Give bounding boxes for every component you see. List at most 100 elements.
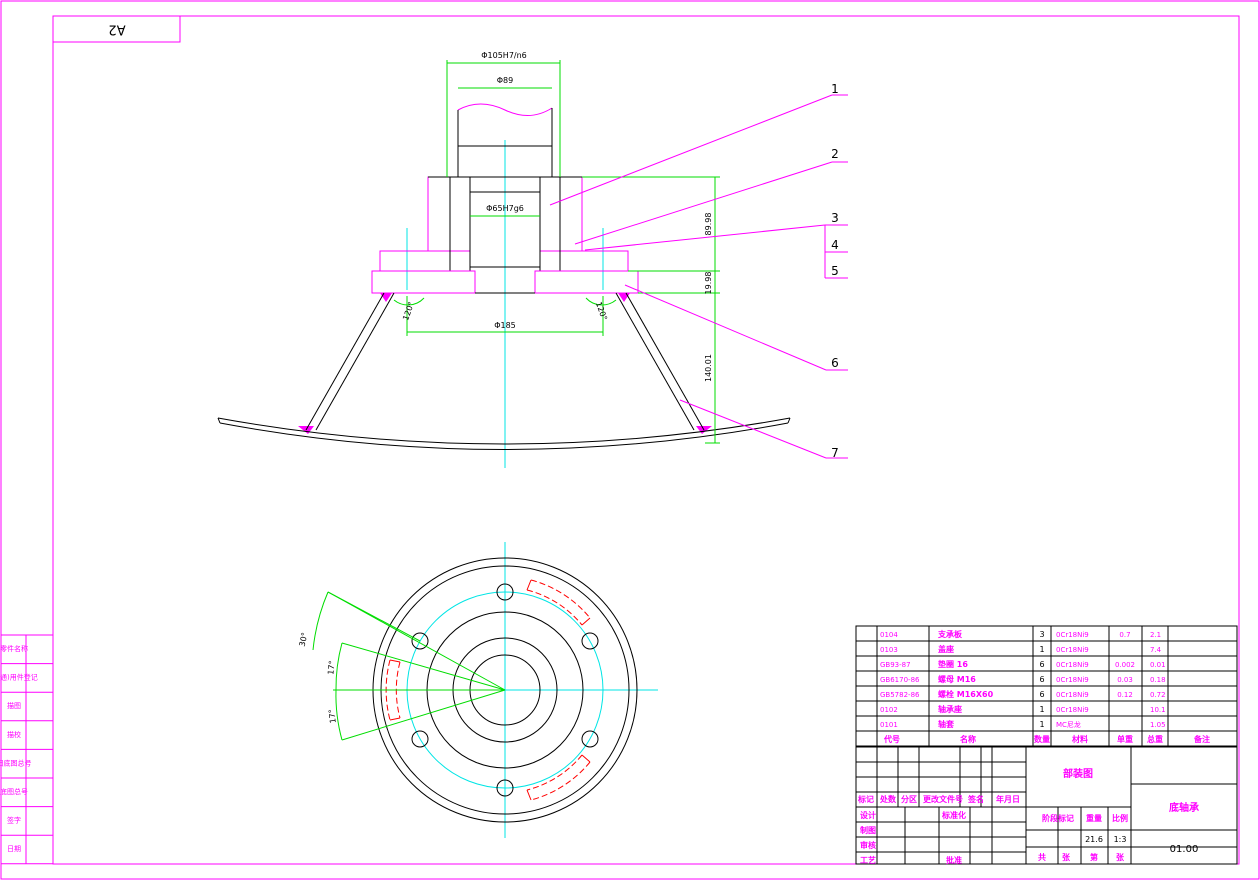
part-code: GB5782-86 — [880, 691, 920, 699]
drawing-number: 01.00 — [1170, 844, 1199, 855]
header-note: 备注 — [1193, 734, 1210, 744]
header-material: 材料 — [1072, 734, 1088, 744]
role-label: 工艺 — [860, 855, 876, 865]
dim-angle-30: 30° — [298, 632, 310, 648]
dim-angle-17b: 17° — [327, 709, 337, 724]
part-code: 0101 — [880, 721, 898, 729]
sheet-size-label: A2 — [108, 22, 125, 37]
weight-value: 21.6 — [1085, 835, 1103, 844]
balloon-6: 6 — [831, 356, 839, 370]
part-qty: 6 — [1039, 675, 1044, 684]
part-name: 盖座 — [938, 644, 954, 654]
dim-shaft-fit: Φ105H7/n6 — [481, 51, 527, 60]
header-unit-weight: 单重 — [1117, 734, 1133, 744]
rev-header: 年月日 — [996, 794, 1020, 804]
part-code: 0102 — [880, 706, 898, 714]
balloon-4: 4 — [831, 238, 839, 252]
part-material: 0Cr18Ni9 — [1056, 661, 1089, 669]
header-name: 名称 — [960, 734, 976, 744]
angle-dims: 30° 17° 17° — [298, 591, 506, 741]
part-qty: 1 — [1039, 720, 1044, 729]
part-material: MC尼龙 — [1056, 720, 1081, 729]
part-code: GB93-87 — [880, 661, 911, 669]
bearing-housing-section — [379, 176, 629, 272]
part-total-weight: 1.05 — [1150, 721, 1166, 729]
sheet-unit-label-2: 张 — [1116, 853, 1125, 862]
part-material: 0Cr18Ni9 — [1056, 676, 1089, 684]
sheet-size-box: A2 — [53, 16, 181, 43]
rev-header: 更改文件号 — [923, 794, 963, 804]
standardization-label: 标准化 — [941, 810, 966, 820]
part-unit-weight: 0.002 — [1115, 661, 1135, 669]
part-total-weight: 7.4 — [1150, 646, 1162, 654]
dish-bottom — [217, 417, 791, 450]
balloon-7: 7 — [831, 446, 839, 460]
approve-label: 批准 — [946, 855, 962, 865]
left-strip-label: 借(通)用件登记 — [0, 673, 38, 682]
header-total-weight: 总重 — [1147, 734, 1163, 744]
front-section-view: Φ105H7/n6 Φ89 Φ65H7g6 Φ185 89.98 19.98 1… — [217, 51, 848, 468]
dimensions: Φ105H7/n6 Φ89 Φ65H7g6 Φ185 89.98 19.98 1… — [393, 51, 720, 444]
dim-angle-right: 120° — [594, 301, 609, 322]
rev-header: 标记 — [857, 794, 874, 804]
part-unit-weight: 0.7 — [1119, 631, 1130, 639]
balloon-2: 2 — [831, 147, 839, 161]
rev-header: 签名 — [967, 794, 984, 804]
left-strip-label: 描校 — [7, 730, 21, 739]
title-block: 标记 处数 分区 更改文件号 签名 年月日设计制图审核工艺 标准化批准 部装图底轴承 01.00… — [855, 746, 1238, 865]
part-qty: 1 — [1039, 705, 1044, 714]
part-total-weight: 2.1 — [1150, 631, 1161, 639]
part-name: 垫圈 16 — [938, 659, 968, 669]
header-qty: 数量 — [1034, 734, 1050, 744]
dim-angle-left: 120° — [401, 301, 416, 322]
balloon-3: 3 — [831, 211, 839, 225]
part-code: GB6170-86 — [880, 676, 920, 684]
part-total-weight: 0.18 — [1150, 676, 1166, 684]
drawing-type: 部装图 — [1063, 767, 1093, 780]
sheet-unit-label: 张 — [1062, 853, 1071, 862]
rev-header: 分区 — [901, 794, 917, 804]
dim-height-lower: 140.01 — [704, 354, 713, 382]
part-total-weight: 0.72 — [1150, 691, 1166, 699]
left-strip-label: 零件名称 — [0, 644, 28, 653]
engineering-drawing: A2 零件名称借(通)用件登记描图描校旧底图总号底图总号签字日期 — [0, 0, 1260, 880]
balloon-5: 5 — [831, 264, 839, 278]
part-material: 0Cr18Ni9 — [1056, 646, 1089, 654]
role-label: 审核 — [860, 840, 876, 850]
dim-bore-fit: Φ65H7g6 — [486, 204, 524, 213]
dim-base-dia: Φ185 — [494, 321, 516, 330]
part-material: 0Cr18Ni9 — [1056, 631, 1089, 639]
part-name: 螺栓 M16X60 — [938, 689, 994, 699]
dim-angle-17a: 17° — [326, 660, 336, 675]
part-total-weight: 0.01 — [1150, 661, 1166, 669]
part-unit-weight: 0.03 — [1117, 676, 1133, 684]
dim-height-plate: 19.98 — [704, 272, 713, 295]
left-strip-label: 描图 — [7, 701, 21, 710]
scale-label: 比例 — [1112, 813, 1128, 823]
drawing-title: 底轴承 — [1169, 801, 1199, 814]
part-total-weight: 10.1 — [1150, 706, 1166, 714]
dim-shaft-dia: Φ89 — [497, 76, 513, 85]
part-name: 螺母 M16 — [938, 674, 976, 684]
stage-mark-label: 阶段标记 — [1042, 813, 1074, 823]
rev-header: 处数 — [879, 794, 897, 804]
balloon-1: 1 — [831, 82, 839, 96]
left-strip: 零件名称借(通)用件登记描图描校旧底图总号底图总号签字日期 — [0, 634, 53, 865]
part-code: 0103 — [880, 646, 898, 654]
parts-list: 0104 支承板 3 0Cr18Ni9 0.7 2.1 0103 盖座 1 0Cr18Ni9 7.4… — [855, 625, 1238, 747]
part-code: 0104 — [880, 631, 898, 639]
part-qty: 6 — [1039, 660, 1044, 669]
sheets-total-label: 共 — [1038, 852, 1046, 862]
part-name: 轴承座 — [938, 704, 962, 714]
header-code: 代号 — [883, 734, 900, 744]
plan-view: 30° 17° 17° — [298, 542, 658, 838]
left-strip-label: 底图总号 — [0, 787, 28, 796]
left-strip-label: 签字 — [7, 816, 21, 825]
role-label: 制图 — [860, 825, 876, 835]
part-qty: 6 — [1039, 690, 1044, 699]
part-qty: 3 — [1039, 630, 1044, 639]
sheet-nth-label: 第 — [1090, 852, 1098, 862]
weight-label: 重量 — [1086, 813, 1102, 823]
part-name: 支承板 — [937, 629, 963, 639]
part-material: 0Cr18Ni9 — [1056, 706, 1089, 714]
